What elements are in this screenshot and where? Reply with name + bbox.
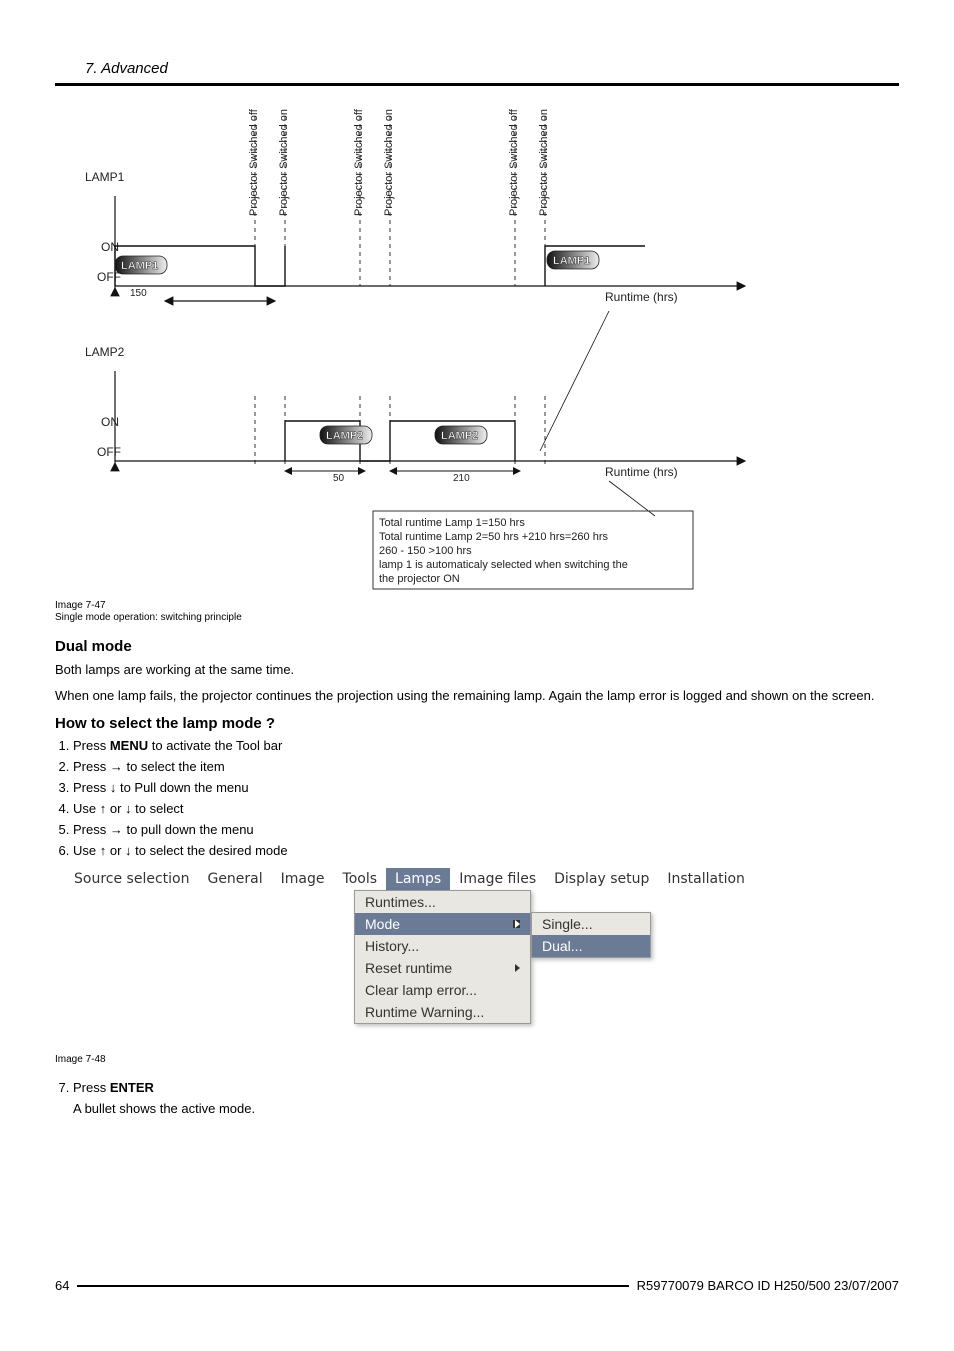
menu-general[interactable]: General	[198, 868, 271, 890]
menu-image[interactable]: Image	[272, 868, 334, 890]
menu-tools[interactable]: Tools	[334, 868, 387, 890]
svg-text:Total runtime Lamp 2=50 hrs +2: Total runtime Lamp 2=50 hrs +210 hrs=260…	[379, 531, 608, 543]
menu-image-files[interactable]: Image files	[450, 868, 545, 890]
mi-history[interactable]: History...	[355, 935, 530, 957]
step-5: Press → to pull down the menu	[73, 822, 899, 837]
lamps-dropdown: Runtimes... Mode History... Reset runtim…	[354, 890, 531, 1024]
figure-7-47: Projector Switched off Projector Switche…	[85, 96, 785, 596]
figure-7-48-caption: Image 7-48	[55, 1054, 899, 1066]
svg-text:ON: ON	[101, 240, 119, 254]
svg-text:LAMP1: LAMP1	[553, 255, 590, 267]
page-number: 64	[55, 1278, 77, 1293]
mi-runtime-warning[interactable]: Runtime Warning...	[355, 1001, 530, 1023]
svg-text:LAMP1: LAMP1	[121, 260, 158, 272]
svg-text:50: 50	[333, 473, 345, 484]
svg-text:LAMP2: LAMP2	[326, 430, 363, 442]
menu-installation[interactable]: Installation	[658, 868, 754, 890]
menubar: Source selection General Image Tools Lam…	[65, 868, 705, 890]
mode-dropdown: Single... Dual...	[531, 912, 651, 958]
svg-text:OFF: OFF	[97, 445, 121, 459]
howto-heading: How to select the lamp mode ?	[55, 715, 899, 732]
svg-text:260 - 150 >100 hrs: 260 - 150 >100 hrs	[379, 545, 472, 557]
figure-7-47-caption: Image 7-47 Single mode operation: switch…	[55, 600, 899, 624]
header-divider	[55, 83, 899, 86]
menu-source-selection[interactable]: Source selection	[65, 868, 198, 890]
svg-text:Runtime (hrs): Runtime (hrs)	[605, 465, 678, 479]
page-footer: 64 R59770079 BARCO ID H250/500 23/07/200…	[55, 1285, 899, 1293]
svg-text:Projector Switched off: Projector Switched off	[353, 108, 365, 216]
step-7: Press ENTER	[73, 1080, 899, 1095]
step-6: Use ↑ or ↓ to select the desired mode	[73, 843, 899, 858]
chevron-right-icon	[515, 964, 520, 972]
mi-dual[interactable]: Dual...	[532, 935, 650, 957]
svg-text:Projector Switched on: Projector Switched on	[383, 109, 395, 216]
step-2: Press → to select the item	[73, 759, 899, 774]
svg-text:lamp 1 is automaticaly selecte: lamp 1 is automaticaly selected when swi…	[379, 559, 628, 571]
svg-text:the projector ON: the projector ON	[379, 573, 460, 585]
svg-text:Total runtime Lamp 1=150 hrs: Total runtime Lamp 1=150 hrs	[379, 517, 525, 529]
lamp2-title: LAMP2	[85, 345, 125, 359]
menu-lamps[interactable]: Lamps	[386, 868, 450, 890]
svg-text:LAMP2: LAMP2	[441, 430, 478, 442]
howto-steps-cont: Press ENTER A bullet shows the active mo…	[55, 1080, 899, 1116]
mi-single[interactable]: Single...	[532, 913, 650, 935]
breadcrumb: 7. Advanced	[55, 60, 899, 77]
proj-on-label: Projector Switched on	[278, 109, 290, 216]
step-1: Press MENU to activate the Tool bar	[73, 738, 899, 753]
mi-reset-runtime[interactable]: Reset runtime	[355, 957, 530, 979]
dual-mode-p1: Both lamps are working at the same time.	[55, 661, 899, 679]
figure-7-48: Source selection General Image Tools Lam…	[65, 868, 705, 1050]
svg-text:150: 150	[130, 288, 147, 299]
menu-display-setup[interactable]: Display setup	[545, 868, 658, 890]
svg-text:210: 210	[453, 473, 470, 484]
step-7-note: A bullet shows the active mode.	[73, 1101, 899, 1116]
step-3: Press ↓ to Pull down the menu	[73, 780, 899, 795]
step-4: Use ↑ or ↓ to select	[73, 801, 899, 816]
svg-text:Projector Switched off: Projector Switched off	[508, 108, 520, 216]
doc-id: R59770079 BARCO ID H250/500 23/07/2007	[629, 1278, 899, 1293]
svg-text:Runtime (hrs): Runtime (hrs)	[605, 290, 678, 304]
svg-text:ON: ON	[101, 415, 119, 429]
howto-steps: Press MENU to activate the Tool bar Pres…	[55, 738, 899, 858]
dual-mode-heading: Dual mode	[55, 638, 899, 655]
event-lines-top	[255, 116, 545, 286]
mi-runtimes[interactable]: Runtimes...	[355, 891, 530, 913]
chevron-right-icon	[513, 920, 520, 928]
mi-clear-lamp-error[interactable]: Clear lamp error...	[355, 979, 530, 1001]
dual-mode-p2: When one lamp fails, the projector conti…	[55, 687, 899, 705]
mi-mode[interactable]: Mode	[355, 913, 530, 935]
proj-off-label: Projector Switched off	[248, 108, 260, 216]
svg-text:Projector Switched on: Projector Switched on	[538, 109, 550, 216]
lamp1-title: LAMP1	[85, 170, 125, 184]
